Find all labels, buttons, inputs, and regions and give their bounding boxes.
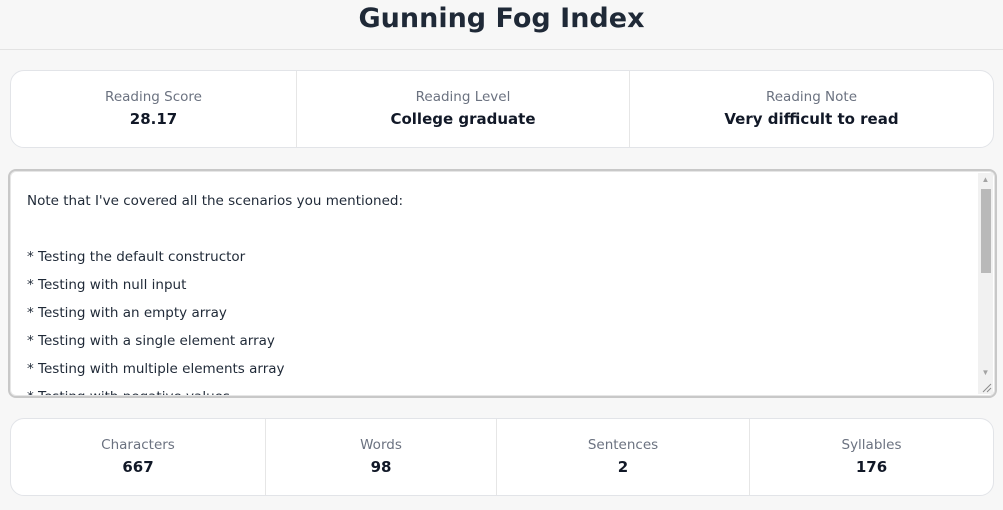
text-line: * Testing with multiple elements array [27, 361, 285, 377]
reading-score-label: Reading Score [105, 89, 202, 105]
reading-level-cell: Reading Level College graduate [297, 71, 630, 147]
text-line: * Testing with null input [27, 277, 187, 293]
scrollbar-thumb[interactable] [981, 189, 991, 273]
words-label: Words [360, 437, 402, 453]
text-input-content[interactable]: Note that I've covered all the scenarios… [27, 187, 967, 395]
characters-cell: Characters 667 [11, 419, 266, 495]
reading-level-label: Reading Level [415, 89, 511, 105]
reading-note-value: Very difficult to read [724, 110, 899, 128]
sentences-cell: Sentences 2 [497, 419, 750, 495]
characters-value: 667 [122, 458, 154, 476]
reading-level-value: College graduate [390, 110, 536, 128]
page-header: Gunning Fog Index [0, 0, 1003, 50]
syllables-value: 176 [855, 458, 888, 476]
reading-score-cell: Reading Score 28.17 [11, 71, 297, 147]
reading-stats-card: Reading Score 28.17 Reading Level Colleg… [10, 70, 994, 148]
text-line: Note that I've covered all the scenarios… [27, 193, 404, 209]
reading-note-cell: Reading Note Very difficult to read [630, 71, 993, 147]
text-line: * Testing with an empty array [27, 305, 227, 321]
text-stats-card: Characters 667 Words 98 Sentences 2 Syll… [10, 418, 994, 496]
words-value: 98 [370, 458, 392, 476]
scroll-down-arrow-icon[interactable]: ▼ [978, 366, 993, 380]
text-line [27, 215, 967, 243]
reading-note-label: Reading Note [765, 89, 858, 105]
characters-label: Characters [101, 437, 175, 453]
page-title: Gunning Fog Index [358, 3, 645, 34]
reading-score-value: 28.17 [129, 110, 178, 128]
sentences-value: 2 [617, 458, 629, 476]
text-line: * Testing the default constructor [27, 249, 246, 265]
words-cell: Words 98 [266, 419, 497, 495]
text-line: * Testing with negative values [27, 383, 967, 395]
resize-handle-icon[interactable] [978, 379, 993, 394]
sentences-label: Sentences [587, 437, 659, 453]
text-line: * Testing with a single element array [27, 333, 275, 349]
text-input-area[interactable]: Note that I've covered all the scenarios… [8, 169, 997, 398]
syllables-label: Syllables [841, 437, 902, 453]
scroll-up-arrow-icon[interactable]: ▲ [978, 173, 993, 187]
vertical-scrollbar[interactable]: ▲ ▼ [978, 173, 993, 380]
syllables-cell: Syllables 176 [750, 419, 993, 495]
